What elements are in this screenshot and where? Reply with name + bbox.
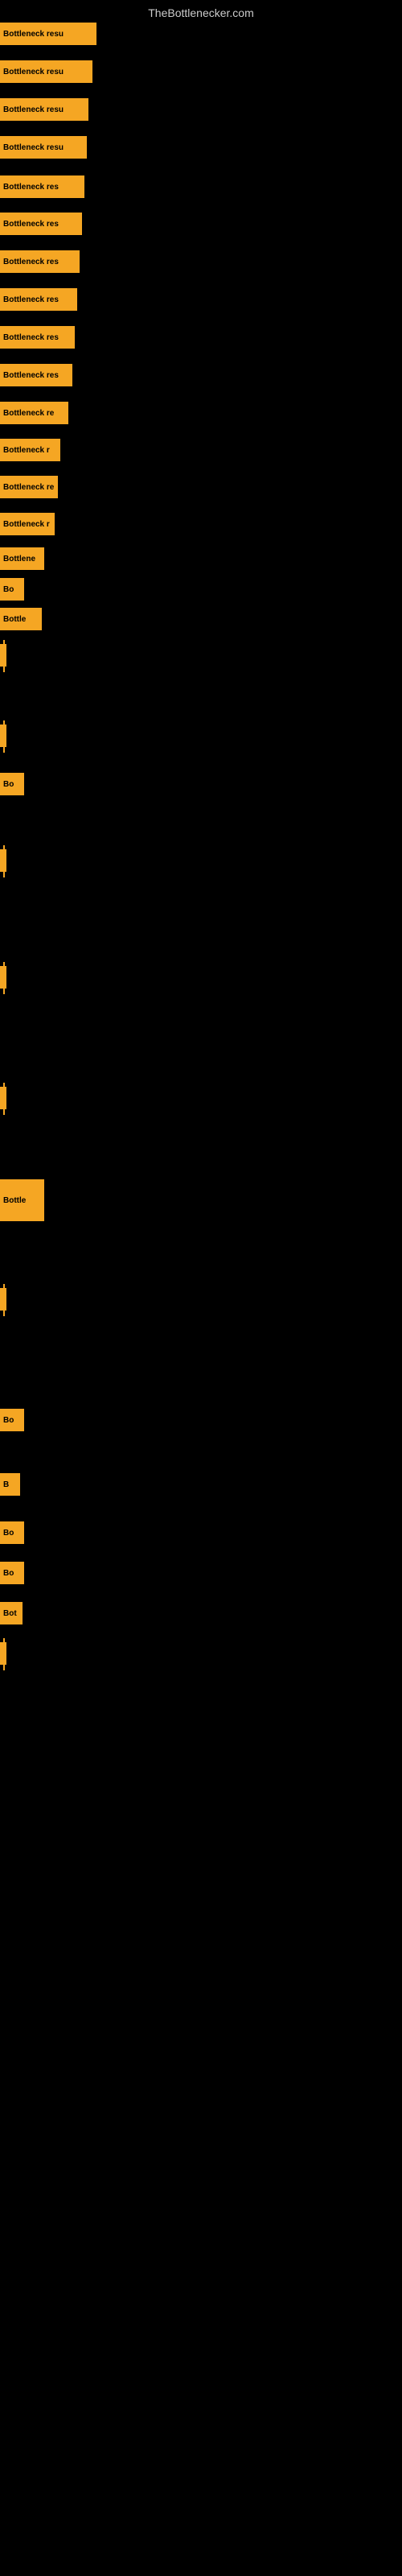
bar-item[interactable]: Bo — [0, 1409, 24, 1431]
bar-label: Bottleneck re — [0, 402, 68, 424]
bar-item[interactable]: Bottleneck resu — [0, 98, 88, 121]
bar-label: Bottleneck resu — [0, 136, 87, 159]
bar-label: Bottleneck resu — [0, 98, 88, 121]
bar-label: Bottleneck r — [0, 439, 60, 461]
bar-label: Bo — [0, 1562, 24, 1584]
bar-label: Bot — [0, 1602, 23, 1624]
bar-item[interactable]: Bo — [0, 1521, 24, 1544]
bar-label: Bottleneck res — [0, 250, 80, 273]
bar-label: Bottlene — [0, 547, 44, 570]
bar-item[interactable]: Bottleneck re — [0, 402, 68, 424]
vertical-line — [3, 720, 5, 753]
bar-label: Bottle — [0, 1179, 44, 1221]
bar-label: Bottleneck resu — [0, 60, 92, 83]
bar-item[interactable]: Bottleneck res — [0, 364, 72, 386]
bar-label: Bottleneck resu — [0, 23, 96, 45]
vertical-line — [3, 1083, 5, 1115]
vertical-line — [3, 1284, 5, 1316]
bar-item[interactable]: Bottleneck re — [0, 476, 58, 498]
bar-item[interactable]: Bottle — [0, 608, 42, 630]
bar-label: Bottleneck re — [0, 476, 58, 498]
bar-label: Bo — [0, 578, 24, 601]
bar-item[interactable]: Bottleneck r — [0, 513, 55, 535]
bar-label: Bottleneck res — [0, 213, 82, 235]
vertical-line — [3, 640, 5, 672]
bar-item[interactable]: Bottleneck res — [0, 213, 82, 235]
bar-item[interactable]: Bottlene — [0, 547, 44, 570]
bar-item[interactable]: Bottleneck resu — [0, 23, 96, 45]
bar-item[interactable]: Bo — [0, 1562, 24, 1584]
bar-item[interactable]: Bottleneck res — [0, 175, 84, 198]
bar-item[interactable]: Bo — [0, 773, 24, 795]
vertical-line — [3, 845, 5, 877]
bar-label: Bo — [0, 1521, 24, 1544]
bar-label: Bottleneck res — [0, 175, 84, 198]
bar-item[interactable]: Bottleneck r — [0, 439, 60, 461]
bar-label: Bottleneck res — [0, 326, 75, 349]
bar-label: B — [0, 1473, 20, 1496]
bar-item[interactable]: Bot — [0, 1602, 23, 1624]
bar-item[interactable]: Bottleneck resu — [0, 60, 92, 83]
bar-label: Bo — [0, 1409, 24, 1431]
bar-item[interactable]: B — [0, 1473, 20, 1496]
bar-item[interactable]: Bottle — [0, 1179, 44, 1221]
bar-label: Bo — [0, 773, 24, 795]
vertical-line — [3, 1638, 5, 1670]
bar-item[interactable]: Bottleneck res — [0, 288, 77, 311]
bar-item[interactable]: Bottleneck res — [0, 250, 80, 273]
bar-label: Bottle — [0, 608, 42, 630]
vertical-line — [3, 962, 5, 994]
bar-item[interactable]: Bo — [0, 578, 24, 601]
bar-label: Bottleneck res — [0, 364, 72, 386]
bar-label: Bottleneck res — [0, 288, 77, 311]
bar-item[interactable]: Bottleneck resu — [0, 136, 87, 159]
bar-item[interactable]: Bottleneck res — [0, 326, 75, 349]
bar-label: Bottleneck r — [0, 513, 55, 535]
